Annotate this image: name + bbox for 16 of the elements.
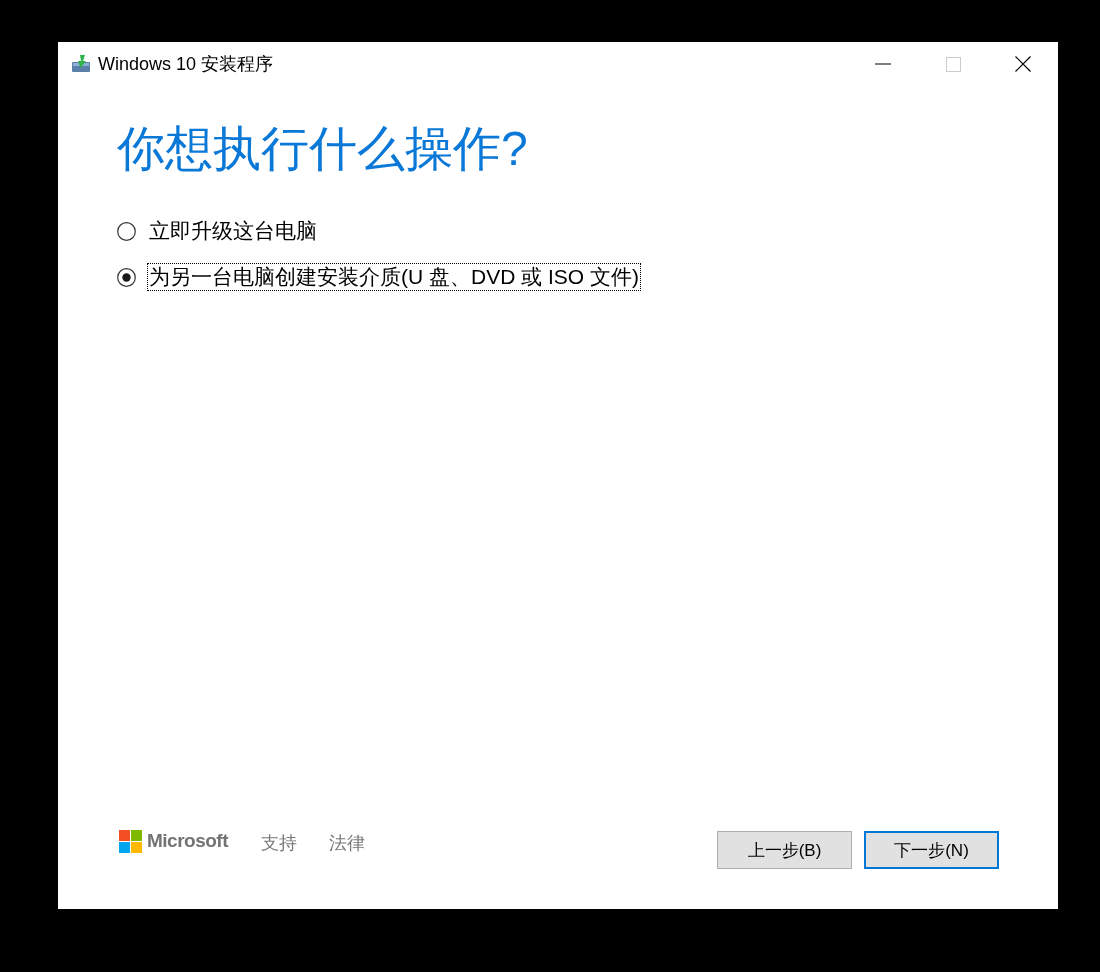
logo-icon [119,829,142,853]
page-heading: 你想执行什么操作? [117,121,529,177]
radio-button[interactable] [117,221,136,241]
box-arrow-icon [71,55,91,73]
window-title: Windows 10 安装程序 [98,53,274,76]
option-label[interactable]: 为另一台电脑创建安装介质(U 盘、DVD 或 ISO 文件) [147,263,641,291]
option-label[interactable]: 立即升级这台电脑 [147,217,319,245]
back-button[interactable]: 上一步(B) [717,831,852,869]
maximize-icon [945,56,961,72]
close-icon [1015,56,1031,72]
footer-link[interactable]: 支持 [261,831,297,855]
brand-name: Microsoft [147,830,228,852]
radio-button[interactable] [117,267,136,287]
minimize-icon [875,63,891,65]
next-button[interactable]: 下一步(N) [864,831,999,869]
footer-link[interactable]: 法律 [329,831,365,855]
